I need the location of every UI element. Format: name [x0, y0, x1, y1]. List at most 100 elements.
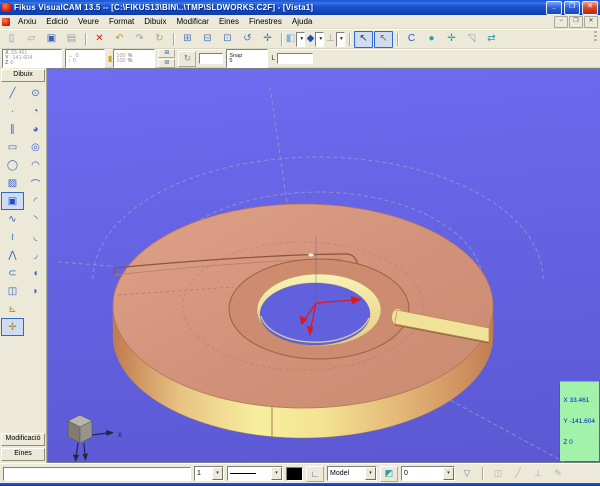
- draft-button[interactable]: ✎: [549, 466, 567, 482]
- angle-field[interactable]: [199, 53, 223, 64]
- filter-icon[interactable]: ▽: [458, 466, 476, 482]
- tab-eines[interactable]: Eines: [1, 448, 45, 461]
- menu-veure[interactable]: Veure: [73, 16, 104, 27]
- ortho-button[interactable]: ╱: [509, 466, 527, 482]
- render-mode-button[interactable]: ◆▼: [306, 31, 325, 48]
- lock-icon[interactable]: ▮: [108, 54, 112, 63]
- rectangle-tool[interactable]: ▭: [1, 138, 24, 156]
- chevron-down-icon[interactable]: ▾: [443, 467, 454, 480]
- toolbar-separator: [349, 33, 350, 46]
- arc-tangent-tool[interactable]: ◜: [24, 192, 47, 210]
- view-orientation-button[interactable]: ⊥▼: [326, 31, 345, 48]
- app-icon[interactable]: [2, 3, 11, 12]
- circle-3pt-tool[interactable]: ◕: [24, 120, 47, 138]
- menu-eines[interactable]: Eines: [214, 16, 244, 27]
- menu-arxiu[interactable]: Arxiu: [13, 16, 41, 27]
- snap-panel[interactable]: Snap 5: [226, 49, 268, 68]
- swap-button[interactable]: ⇄: [482, 31, 501, 48]
- line-style-dropdown[interactable]: ▾: [227, 466, 283, 481]
- grid-step-up-button[interactable]: ⊞: [158, 49, 175, 58]
- scale-y-value[interactable]: 100: [116, 59, 125, 64]
- uv-button[interactable]: ◹: [462, 31, 481, 48]
- arc-2pt-tool[interactable]: ◝: [24, 210, 47, 228]
- line-tool[interactable]: ╱: [1, 84, 24, 102]
- arc-3pt-tool[interactable]: ⌒: [24, 174, 47, 192]
- chevron-down-icon[interactable]: ▾: [212, 467, 223, 480]
- chevron-down-icon[interactable]: ▾: [365, 467, 376, 480]
- mdi-minimize-button[interactable]: −: [554, 16, 568, 28]
- text-tool[interactable]: ▣: [1, 192, 24, 210]
- rotate-snap-button[interactable]: ↻: [178, 51, 196, 67]
- close-button[interactable]: ✕: [582, 1, 598, 15]
- slot-tool[interactable]: ◖: [24, 264, 47, 282]
- toolbar-separator: [397, 33, 398, 46]
- select-chain-button[interactable]: ↖: [374, 31, 393, 48]
- chamfer-tool[interactable]: ◞: [24, 246, 47, 264]
- xyz-point-tool[interactable]: ✛: [1, 318, 24, 336]
- undo-button[interactable]: ↶: [110, 31, 129, 48]
- mirror-tool[interactable]: ◫: [1, 282, 24, 300]
- drawing-tools-left: ╱∙∥▭◯▨▣∿≀⋀⊂◫⊾✛: [1, 84, 24, 336]
- zoom-window-button[interactable]: ⊞: [178, 31, 197, 48]
- snap-settings-button[interactable]: ◫: [489, 466, 507, 482]
- fillet-tool[interactable]: ◟: [24, 228, 47, 246]
- shaded-view-button[interactable]: ◧▼: [286, 31, 305, 48]
- layer-dropdown[interactable]: 0 ▾: [401, 466, 455, 481]
- measure-tool[interactable]: ⊾: [1, 300, 24, 318]
- delete-button[interactable]: ✕: [90, 31, 109, 48]
- zoom-previous-button[interactable]: ↺: [238, 31, 257, 48]
- axis-lock-button[interactable]: ⊥: [529, 466, 547, 482]
- point-tool[interactable]: ∙: [1, 102, 24, 120]
- restore-button[interactable]: ❐: [564, 1, 580, 15]
- sidebar: Dibuix ╱∙∥▭◯▨▣∿≀⋀⊂◫⊾✛ ⊙◔◕◎◠⌒◜◝◟◞◖◗ Modif…: [0, 68, 47, 463]
- ellipse-tool[interactable]: ◯: [1, 156, 24, 174]
- zoom-fit-button[interactable]: ⊡: [218, 31, 237, 48]
- minimize-button[interactable]: _: [546, 1, 562, 15]
- chevron-down-icon[interactable]: ▾: [271, 467, 282, 480]
- menu-finestres[interactable]: Finestres: [244, 16, 287, 27]
- offset-tool[interactable]: ⊂: [1, 264, 24, 282]
- spline-tool[interactable]: ∿: [1, 210, 24, 228]
- tab-dibuix[interactable]: Dibuix: [1, 69, 45, 82]
- viewport-3d[interactable]: x X 33.461 Y -141.604 Z 0: [47, 68, 600, 463]
- command-input[interactable]: [3, 467, 191, 481]
- mdi-close-button[interactable]: ✕: [584, 16, 598, 28]
- new-button[interactable]: ▯: [2, 31, 21, 48]
- polyline-tool[interactable]: ⋀: [1, 246, 24, 264]
- zoom-out-button[interactable]: ⊟: [198, 31, 217, 48]
- tab-modificacio[interactable]: Modificació: [1, 433, 45, 446]
- select-button[interactable]: ↖: [354, 31, 373, 48]
- layers-button[interactable]: ◩: [380, 466, 398, 482]
- mdi-child-icon[interactable]: [2, 18, 10, 26]
- regen-button[interactable]: ↻: [150, 31, 169, 48]
- save-button[interactable]: ▣: [42, 31, 61, 48]
- chain-button[interactable]: C: [402, 31, 421, 48]
- open-button[interactable]: ▱: [22, 31, 41, 48]
- workplane-button[interactable]: ✛: [442, 31, 461, 48]
- mdi-restore-button[interactable]: ❐: [569, 16, 583, 28]
- ring-tool[interactable]: ◗: [24, 282, 47, 300]
- curve-tool[interactable]: ≀: [1, 228, 24, 246]
- circle-2pt-tool[interactable]: ◔: [24, 102, 47, 120]
- pen-width-dropdown[interactable]: 1 ▾: [194, 466, 224, 481]
- grid-step-down-button[interactable]: ⊞: [158, 59, 175, 68]
- print-button[interactable]: ▤: [62, 31, 81, 48]
- menu-ajuda[interactable]: Ajuda: [287, 16, 317, 27]
- length-field[interactable]: [277, 53, 313, 64]
- hatch-tool[interactable]: ▨: [1, 174, 24, 192]
- circle-center-tool[interactable]: ⊙: [24, 84, 47, 102]
- ucs-button[interactable]: ∟: [306, 466, 324, 482]
- space-dropdown[interactable]: Model ▾: [327, 466, 377, 481]
- menu-modificar[interactable]: Modificar: [172, 16, 214, 27]
- menu-dibuix[interactable]: Dibuix: [139, 16, 171, 27]
- surface-button[interactable]: ●: [422, 31, 441, 48]
- toolbar-grip[interactable]: [594, 31, 597, 43]
- redo-button[interactable]: ↷: [130, 31, 149, 48]
- parallel-lines-tool[interactable]: ∥: [1, 120, 24, 138]
- pan-button[interactable]: ✛: [258, 31, 277, 48]
- menu-format[interactable]: Format: [104, 16, 139, 27]
- menu-edicio[interactable]: Edició: [41, 16, 73, 27]
- circle-tangent-tool[interactable]: ◎: [24, 138, 47, 156]
- arc-center-tool[interactable]: ◠: [24, 156, 47, 174]
- color-swatch[interactable]: [286, 467, 303, 481]
